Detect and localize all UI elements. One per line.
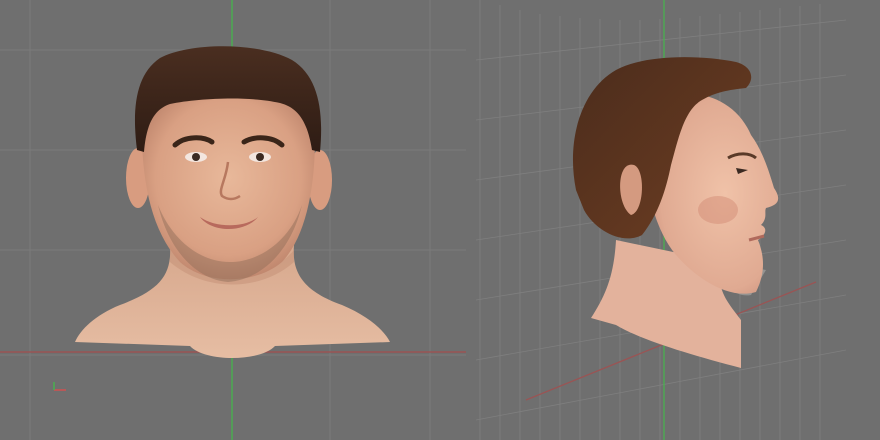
side-viewport[interactable] <box>466 0 880 440</box>
front-viewport[interactable] <box>0 0 466 440</box>
head-model-front[interactable] <box>75 46 390 358</box>
axis-gizmo-icon <box>53 382 66 391</box>
face-mesh <box>141 94 315 280</box>
3d-modeling-app <box>0 0 880 440</box>
head-model-side[interactable] <box>572 57 779 368</box>
axis-gizmo[interactable] <box>52 380 102 394</box>
cheek-blush <box>698 196 738 224</box>
front-viewport-canvas[interactable] <box>0 0 466 440</box>
side-viewport-canvas[interactable] <box>466 0 880 440</box>
